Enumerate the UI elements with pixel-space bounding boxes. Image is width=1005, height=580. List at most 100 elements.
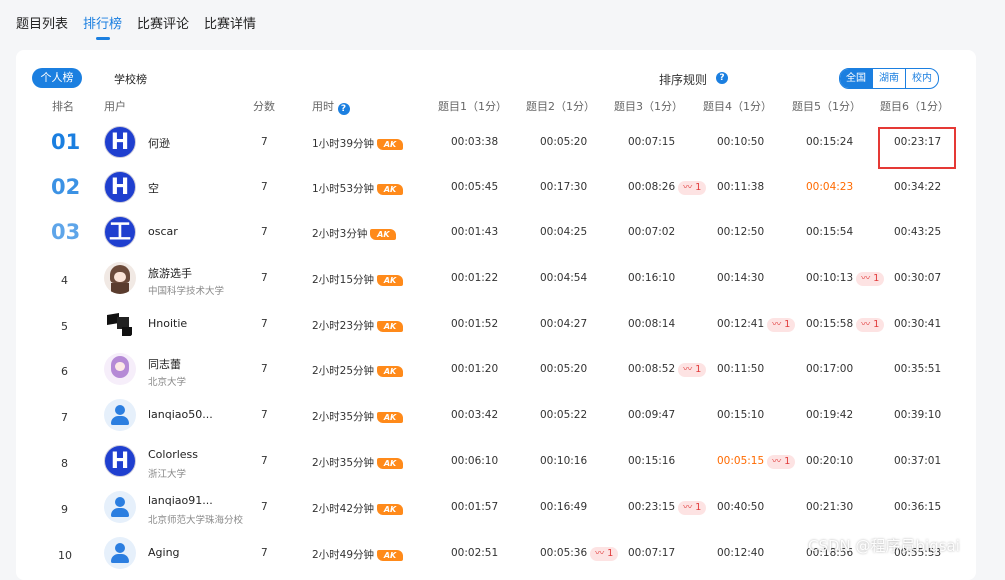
problem-4-time[interactable]: 00:40:50 [717, 501, 764, 513]
problem-6-time[interactable]: 00:37:01 [894, 455, 941, 467]
problem-1-time[interactable]: 00:03:42 [451, 409, 498, 421]
problem-3-time[interactable]: 00:08:14 [628, 318, 675, 330]
trend-icon: 〰 [861, 274, 871, 284]
problem-1-time[interactable]: 00:05:45 [451, 181, 498, 193]
solve-time: 00:03:42 [451, 409, 499, 421]
problem-2-time[interactable]: 00:04:27 [540, 318, 587, 330]
region-national[interactable]: 全国 [840, 69, 872, 88]
user-name[interactable]: Colorless [148, 448, 198, 461]
problem-2-time[interactable]: 00:04:25 [540, 226, 587, 238]
avatar[interactable] [104, 353, 136, 385]
avatar[interactable]: 工 [104, 216, 136, 248]
problem-3-time[interactable]: 00:09:47 [628, 409, 675, 421]
problem-2-time[interactable]: 00:17:30 [540, 181, 587, 193]
solve-time: 00:05:45 [451, 181, 499, 193]
problem-1-time[interactable]: 00:06:10 [451, 455, 498, 467]
trend-icon: 〰 [683, 503, 693, 513]
problem-2-time[interactable]: 00:16:49 [540, 501, 587, 513]
help-icon[interactable]: ? [337, 103, 350, 115]
problem-5-time[interactable]: 00:17:00 [806, 363, 853, 375]
problem-1-time[interactable]: 00:02:51 [451, 547, 498, 559]
rank-number: 9 [61, 503, 68, 516]
problem-2-time[interactable]: 00:04:54 [540, 272, 587, 284]
avatar[interactable] [104, 537, 136, 569]
user-name[interactable]: 旅游选手 [148, 265, 192, 281]
problem-3-time[interactable]: 00:07:02 [628, 226, 675, 238]
problem-1-time[interactable]: 00:01:52 [451, 318, 498, 330]
problem-4-time[interactable]: 00:12:41 〰 1 [717, 318, 796, 332]
problem-4-time[interactable]: 00:12:40 [717, 547, 764, 559]
region-selector: 全国 湖南 校内 [839, 68, 939, 89]
avatar[interactable] [104, 308, 136, 340]
problem-4-time[interactable]: 00:05:15 〰 1 [717, 455, 796, 469]
problem-4-time[interactable]: 00:10:50 [717, 136, 764, 148]
problem-3-time[interactable]: 00:07:17 [628, 547, 675, 559]
avatar[interactable] [104, 399, 136, 431]
problem-5-time[interactable]: 00:15:54 [806, 226, 853, 238]
problem-6-time[interactable]: 00:43:25 [894, 226, 941, 238]
problem-5-time[interactable]: 00:15:24 [806, 136, 853, 148]
problem-1-time[interactable]: 00:01:57 [451, 501, 498, 513]
problem-1-time[interactable]: 00:01:43 [451, 226, 498, 238]
problem-5-time[interactable]: 00:10:13 〰 1 [806, 272, 885, 286]
problem-4-time[interactable]: 00:14:30 [717, 272, 764, 284]
problem-3-time[interactable]: 00:07:15 [628, 136, 675, 148]
solve-time: 00:07:15 [628, 136, 676, 148]
problem-1-time[interactable]: 00:01:22 [451, 272, 498, 284]
tab-problem-list[interactable]: 题目列表 [16, 13, 68, 32]
problem-6-time[interactable]: 00:34:22 [894, 181, 941, 193]
problem-4-time[interactable]: 00:15:10 [717, 409, 764, 421]
avatar[interactable] [104, 262, 136, 294]
tab-comments[interactable]: 比赛评论 [137, 13, 189, 32]
user-name[interactable]: 何逊 [148, 135, 170, 151]
problem-2-time[interactable]: 00:05:20 [540, 363, 587, 375]
personal-board-button[interactable]: 个人榜 [32, 68, 82, 88]
avatar[interactable]: H [104, 171, 136, 203]
user-name[interactable]: lanqiao50... [148, 408, 213, 421]
problem-3-time[interactable]: 00:23:15 〰 1 [628, 501, 707, 515]
problem-2-time[interactable]: 00:05:36 〰 1 [540, 547, 619, 561]
problem-6-time[interactable]: 00:30:07 [894, 272, 941, 284]
problem-5-time[interactable]: 00:19:42 [806, 409, 853, 421]
problem-2-time[interactable]: 00:05:20 [540, 136, 587, 148]
problem-5-time[interactable]: 00:20:10 [806, 455, 853, 467]
problem-6-time[interactable]: 00:35:51 [894, 363, 941, 375]
avatar[interactable] [104, 491, 136, 523]
region-campus[interactable]: 校内 [905, 69, 938, 88]
user-name[interactable]: Hnoitie [148, 317, 187, 330]
problem-1-time[interactable]: 00:03:38 [451, 136, 498, 148]
school-board-button[interactable]: 学校榜 [114, 71, 147, 87]
problem-6-time[interactable]: 00:30:41 [894, 318, 941, 330]
user-school: 北京师范大学珠海分校 [148, 515, 244, 526]
avatar[interactable]: H [104, 126, 136, 158]
region-hunan[interactable]: 湖南 [872, 69, 905, 88]
score: 7 [261, 226, 268, 238]
problem-6-time[interactable]: 00:36:15 [894, 501, 941, 513]
total-time-value: 1小时39分钟 [312, 138, 375, 150]
tab-leaderboard[interactable]: 排行榜 [83, 13, 122, 32]
wrong-attempts-badge: 〰 1 [678, 181, 707, 195]
problem-2-time[interactable]: 00:10:16 [540, 455, 587, 467]
problem-3-time[interactable]: 00:08:26 〰 1 [628, 181, 707, 195]
user-name[interactable]: oscar [148, 225, 178, 238]
problem-4-time[interactable]: 00:11:50 [717, 363, 764, 375]
problem-5-time[interactable]: 00:21:30 [806, 501, 853, 513]
help-icon[interactable]: ? [716, 72, 728, 84]
problem-3-time[interactable]: 00:08:52 〰 1 [628, 363, 707, 377]
problem-4-time[interactable]: 00:11:38 [717, 181, 764, 193]
problem-2-time[interactable]: 00:05:22 [540, 409, 587, 421]
user-name[interactable]: Aging [148, 546, 180, 559]
avatar[interactable]: H [104, 445, 136, 477]
problem-5-time[interactable]: 00:04:23 [806, 181, 853, 193]
header-rank: 排名 [52, 100, 74, 113]
problem-6-time[interactable]: 00:39:10 [894, 409, 941, 421]
problem-3-time[interactable]: 00:16:10 [628, 272, 675, 284]
user-name[interactable]: 同志蕾 [148, 356, 181, 372]
problem-1-time[interactable]: 00:01:20 [451, 363, 498, 375]
problem-5-time[interactable]: 00:15:58 〰 1 [806, 318, 885, 332]
problem-3-time[interactable]: 00:15:16 [628, 455, 675, 467]
user-name[interactable]: 空 [148, 180, 159, 196]
tab-contest-details[interactable]: 比赛详情 [204, 13, 256, 32]
user-name[interactable]: lanqiao91... [148, 494, 213, 507]
problem-4-time[interactable]: 00:12:50 [717, 226, 764, 238]
